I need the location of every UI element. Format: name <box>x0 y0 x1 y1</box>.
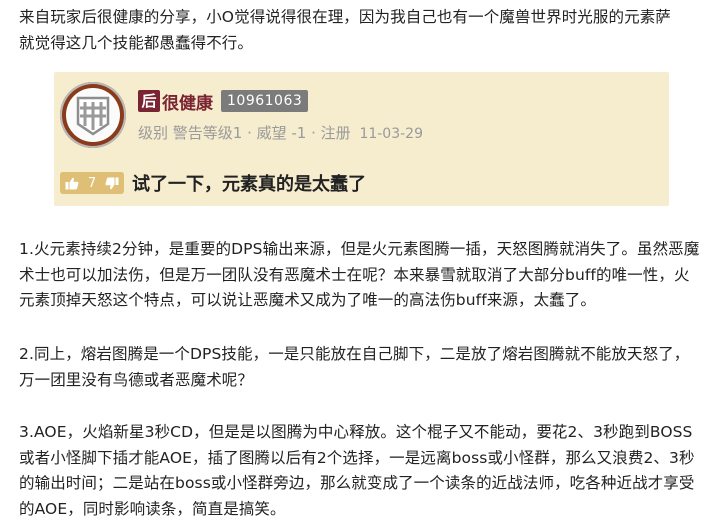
text-line: 的AOE，同时影响读条，简直是搞笑。 <box>19 499 286 518</box>
register-date: 11-03-29 <box>359 126 423 142</box>
avatar[interactable] <box>60 82 126 148</box>
text-line: 万一团里没有鸟德或者恶魔术呢？ <box>19 370 254 389</box>
thumbs-up-icon[interactable] <box>65 177 79 190</box>
intro-paragraph: 来自玩家后很健康的分享，小O觉得说得很在理，因为我自己也有一个魔兽世界时光服的元… <box>19 5 709 56</box>
quoted-post-title: 试了一下，元素真的是太蠢了 <box>132 174 366 195</box>
portcullis-helmet-icon <box>76 96 110 136</box>
post-author-row: 后 很健康 10961063 <box>138 89 309 114</box>
rank-badge: 后 <box>138 90 160 112</box>
user-id-badge: 10961063 <box>221 90 309 112</box>
text-line: 术士也可以加法伤，但是万一团队没有恶魔术士在呢？本来暴雪就取消了大部分buff的… <box>19 265 690 284</box>
point-2-paragraph: 2.同上，熔岩图腾是一个DPS技能，一是只能放在自己脚下，二是放了熔岩图腾就不能… <box>19 342 709 393</box>
vote-control: 7 <box>60 172 124 194</box>
text-line: 1.火元素持续2分钟，是重要的DPS输出来源，但是火元素图腾一插，天怒图腾就消失… <box>19 240 700 258</box>
text-line: 元素顶掉天怒这个特点，可以说让恶魔术又成为了唯一的高法伤buff来源，太蠢了。 <box>19 291 596 309</box>
like-count: 7 <box>87 175 97 191</box>
text-line: 2.同上，熔岩图腾是一个DPS技能，一是只能放在自己脚下，二是放了熔岩图腾就不能… <box>19 345 690 363</box>
point-1-paragraph: 1.火元素持续2分钟，是重要的DPS输出来源，但是火元素图腾一插，天怒图腾就消失… <box>19 237 709 314</box>
quoted-post-card[interactable]: 后 很健康 10961063 级别 警告等级1 · 威望 -1 · 注册 11-… <box>54 72 669 206</box>
user-meta: 级别 警告等级1 · 威望 -1 · 注册 11-03-29 <box>138 122 423 143</box>
text-line: 3.AOE，火焰新星3秒CD，但是是以图腾为中心释放。这个棍子又不能动，要花2、… <box>19 423 693 441</box>
user-meta-text: 级别 警告等级1 · 威望 -1 · 注册 <box>138 124 351 142</box>
article-page: 来自玩家后很健康的分享，小O觉得说得很在理，因为我自己也有一个魔兽世界时光服的元… <box>0 0 727 526</box>
point-3-paragraph: 3.AOE，火焰新星3秒CD，但是是以图腾为中心释放。这个棍子又不能动，要花2、… <box>19 420 709 522</box>
text-line: 来自玩家后很健康的分享，小O觉得说得很在理，因为我自己也有一个魔兽世界时光服的元… <box>19 8 671 26</box>
text-line: 或者小怪脚下插才能AOE，插了图腾以后有2个选择，一是远离boss或小怪群，那么… <box>19 448 695 467</box>
text-line: 的输出时间；二是站在boss或小怪群旁边，那么就变成了一个读条的近战法师，吃各种… <box>19 474 695 492</box>
thumbs-down-icon[interactable] <box>105 177 119 190</box>
text-line: 就觉得这几个技能都愚蠢得不行。 <box>19 33 254 52</box>
username-link[interactable]: 很健康 <box>162 89 213 114</box>
